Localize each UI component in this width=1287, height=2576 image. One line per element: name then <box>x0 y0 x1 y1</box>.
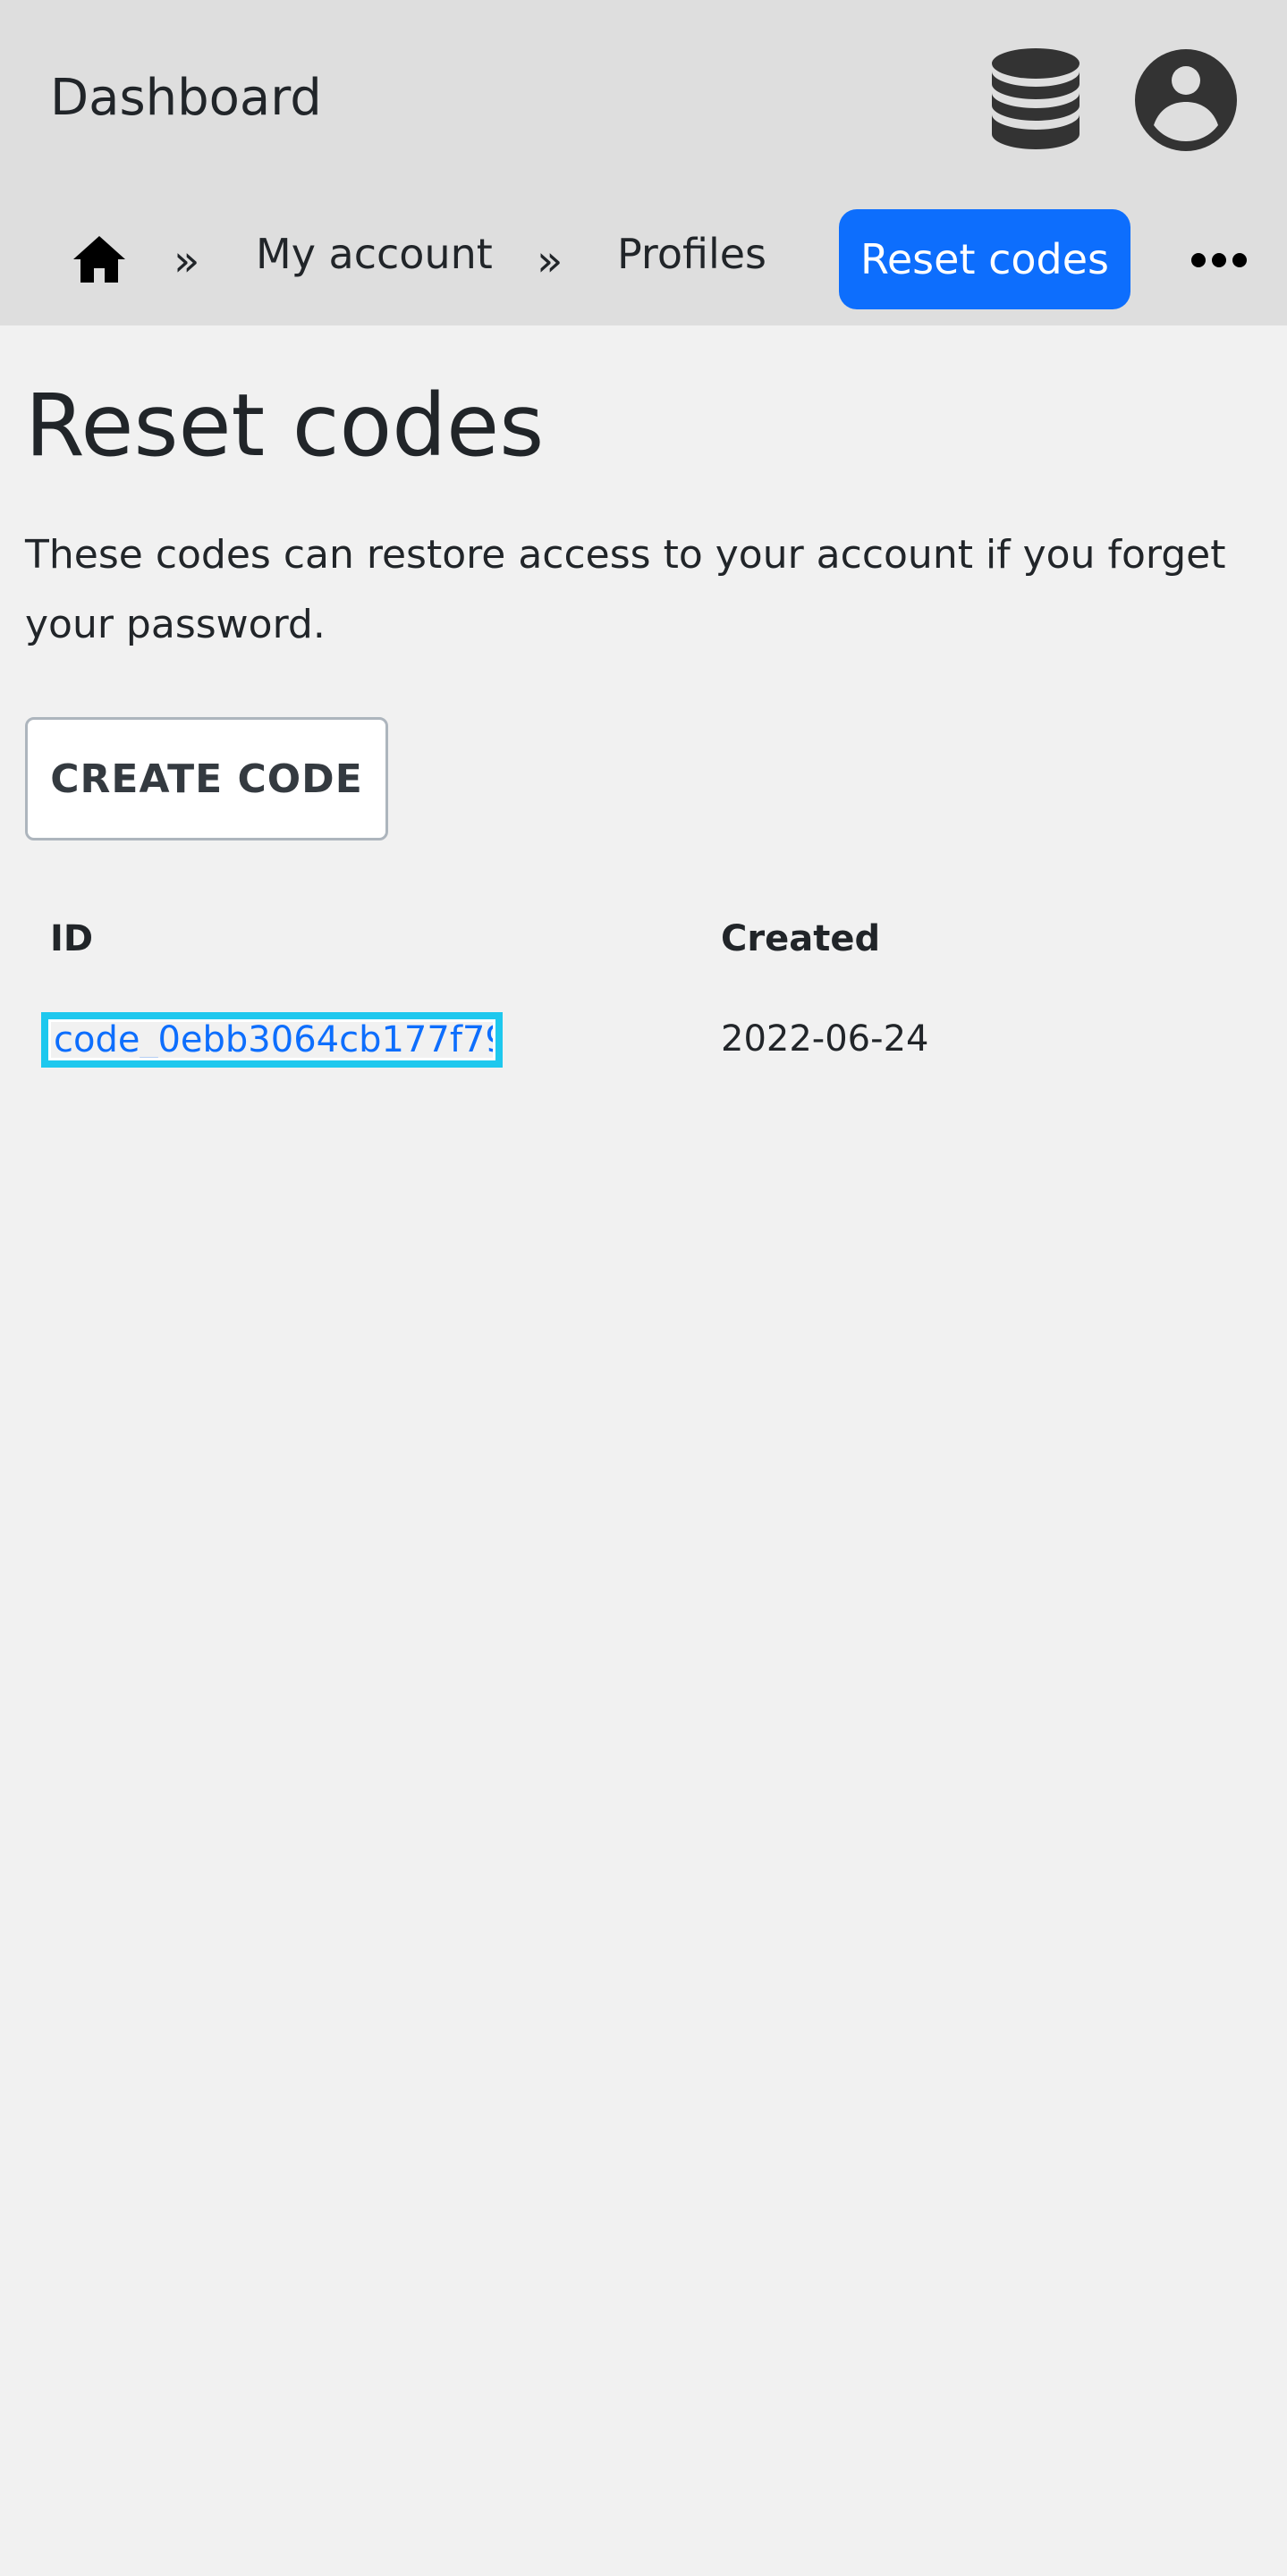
home-icon[interactable] <box>72 234 127 284</box>
breadcrumb-item-profiles[interactable]: Profiles <box>617 227 766 281</box>
column-header-created: Created <box>721 918 881 959</box>
breadcrumb: » My account » Profiles Reset codes <box>0 198 1287 325</box>
ellipsis-icon[interactable] <box>1190 249 1249 272</box>
breadcrumb-separator: » <box>174 236 200 286</box>
breadcrumb-item-reset-codes[interactable]: Reset codes <box>839 209 1130 309</box>
breadcrumb-separator: » <box>537 236 563 286</box>
breadcrumb-item-my-account[interactable]: My account <box>256 227 493 281</box>
page-description: These codes can restore access to your a… <box>25 532 1226 647</box>
top-bar: Dashboard <box>0 0 1287 198</box>
user-circle-icon[interactable] <box>1134 48 1238 152</box>
database-icon[interactable] <box>988 46 1083 152</box>
create-code-button[interactable]: CREATE CODE <box>25 717 388 840</box>
column-header-id: ID <box>50 918 94 959</box>
code-created-date: 2022-06-24 <box>721 1018 929 1060</box>
code-id-link[interactable]: code_0ebb3064cb177f79 <box>41 1012 503 1068</box>
page-title: Reset codes <box>25 376 545 476</box>
app-title: Dashboard <box>50 69 322 127</box>
